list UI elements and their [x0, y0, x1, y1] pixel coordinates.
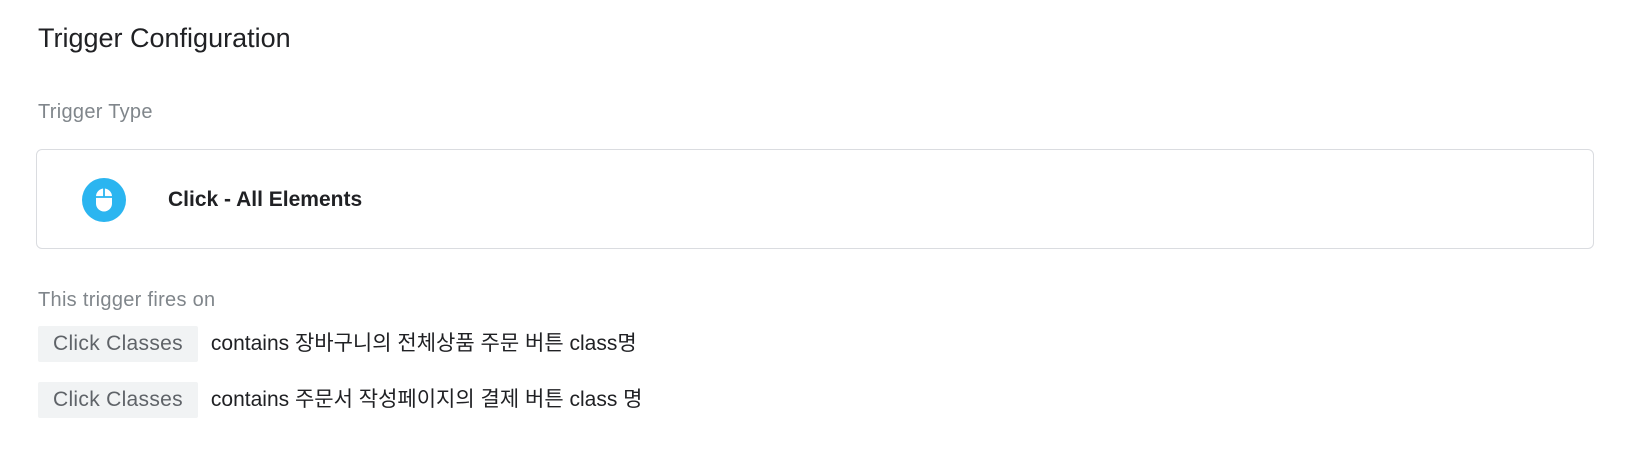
variable-chip: Click Classes	[38, 382, 198, 418]
fires-on-label: This trigger fires on	[38, 289, 216, 311]
condition-expression: contains 장바구니의 전체상품 주문 버튼 class명	[210, 332, 637, 355]
mouse-icon	[82, 178, 126, 222]
condition-row: Click Classes contains 주문서 작성페이지의 결제 버튼 …	[38, 382, 642, 418]
trigger-type-label: Trigger Type	[38, 101, 153, 123]
trigger-type-name: Click - All Elements	[168, 188, 363, 211]
trigger-type-card[interactable]: Click - All Elements	[36, 149, 1594, 249]
condition-row: Click Classes contains 장바구니의 전체상품 주문 버튼 …	[38, 326, 637, 362]
variable-chip: Click Classes	[38, 326, 198, 362]
panel-title: Trigger Configuration	[38, 23, 291, 53]
condition-expression: contains 주문서 작성페이지의 결제 버튼 class 명	[210, 388, 643, 411]
